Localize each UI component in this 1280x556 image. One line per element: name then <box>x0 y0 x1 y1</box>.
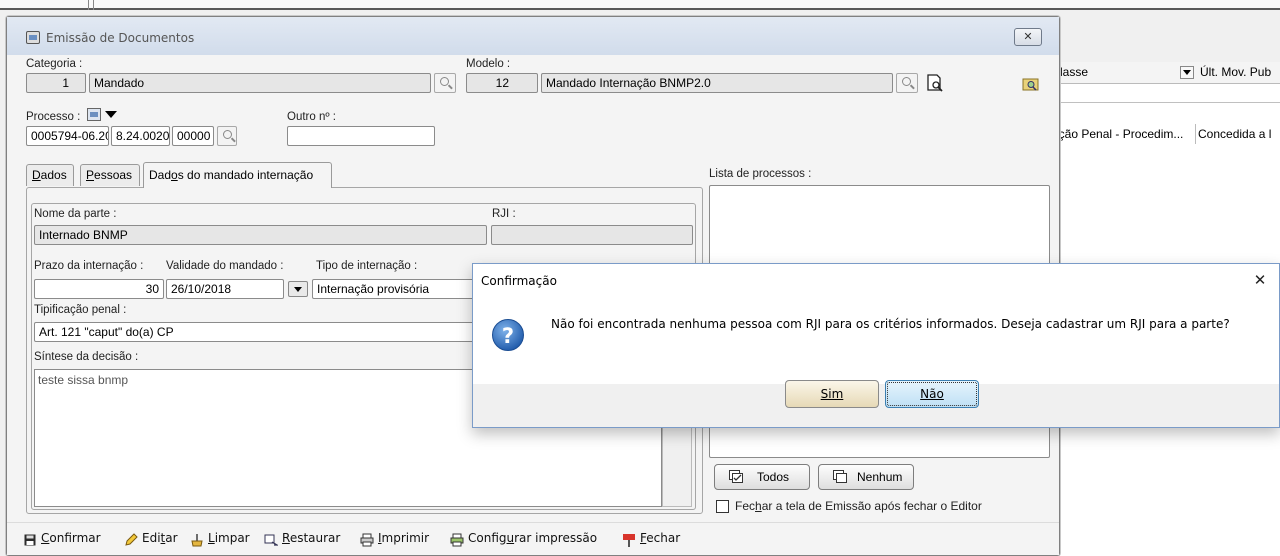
grid-cell-classe[interactable]: ição Penal - Procedim... <box>1056 127 1196 141</box>
processo-numero-field[interactable]: 0005794-06.2017 <box>26 126 109 146</box>
nenhum-button[interactable]: Nenhum <box>818 464 914 490</box>
tipificacao-penal-label: Tipificação penal : <box>34 304 127 316</box>
modelo-code-field[interactable]: 12 <box>466 73 538 93</box>
modelo-label: Modelo : <box>466 58 511 70</box>
rji-label: RJI : <box>492 208 516 220</box>
broom-icon <box>190 533 203 547</box>
grid-header-ult-mov[interactable]: Últ. Mov. Pub <box>1200 65 1271 79</box>
processo-origem-field[interactable]: 00000 <box>172 126 214 146</box>
imprimir-button[interactable]: Imprimir <box>360 531 429 547</box>
fechar-emissao-label[interactable]: Fechar a tela de Emissão após fechar o E… <box>735 499 982 513</box>
magnifier-icon <box>223 130 232 139</box>
question-icon: ? <box>491 318 525 352</box>
modelo-search-button[interactable] <box>896 73 918 93</box>
background-splitter[interactable] <box>88 0 94 10</box>
prazo-internacao-label: Prazo da internação : <box>34 260 144 272</box>
tab-dados-mandado-internacao[interactable]: Dados do mandado internação <box>143 162 332 188</box>
close-icon: ✕ <box>1023 30 1033 43</box>
tab-dados[interactable]: Dados <box>26 164 74 186</box>
processo-dropdown-icon[interactable] <box>104 108 118 121</box>
modelo-name-field[interactable]: Mandado Internação BNMP2.0 <box>541 73 893 93</box>
restaurar-button[interactable]: Restaurar <box>264 531 340 546</box>
close-icon: ✕ <box>1253 271 1267 289</box>
tipo-internacao-field[interactable]: Internação provisória <box>312 279 482 299</box>
tipificacao-penal-field[interactable]: Art. 121 "caput" do(a) CP <box>34 322 484 342</box>
dialog-yes-button[interactable]: Sim <box>785 380 879 408</box>
grid-cell-ult-mov[interactable]: Concedida a l <box>1198 127 1271 141</box>
window-title: Emissão de Documentos <box>46 31 195 45</box>
grid-header-classe[interactable]: lasse <box>1060 65 1088 79</box>
tipo-internacao-label: Tipo de internação : <box>316 260 418 272</box>
outro-numero-field[interactable] <box>287 126 435 146</box>
categoria-search-button[interactable] <box>434 73 456 93</box>
svg-text:?: ? <box>502 324 514 348</box>
floppy-icon <box>24 534 36 546</box>
fechar-button[interactable]: Fechar <box>622 531 680 547</box>
processo-label: Processo : <box>26 111 81 123</box>
processo-type-icon[interactable] <box>87 108 101 121</box>
grid-dropdown-icon[interactable] <box>1180 66 1194 79</box>
processo-segmento-field[interactable]: 8.24.0020 <box>111 126 170 146</box>
background-grid-header: lasse Últ. Mov. Pub <box>1050 62 1280 84</box>
confirm-dialog: Confirmação ✕ ? Não foi encontrada nenhu… <box>472 263 1280 428</box>
tab-pessoas[interactable]: Pessoas <box>80 164 140 186</box>
prazo-internacao-field[interactable]: 30 <box>34 279 164 299</box>
validade-mandado-field[interactable]: 26/10/2018 <box>166 279 284 299</box>
categoria-name-field[interactable]: Mandado <box>89 73 431 93</box>
magnifier-icon <box>902 77 911 86</box>
editar-button[interactable]: Editar <box>124 531 178 546</box>
validade-dropdown-button[interactable] <box>288 281 308 297</box>
window-app-icon <box>26 31 40 44</box>
select-all-icon <box>729 470 743 483</box>
processo-search-button[interactable] <box>217 126 237 146</box>
categoria-code-field[interactable]: 1 <box>26 73 86 93</box>
window-close-button[interactable]: ✕ <box>1014 28 1042 46</box>
configurar-impressao-button[interactable]: Configurar impressão <box>450 531 597 547</box>
categoria-label: Categoria : <box>26 58 83 70</box>
magnifier-icon <box>440 77 449 86</box>
lista-processos-label: Lista de processos : <box>709 168 812 180</box>
nome-parte-label: Nome da parte : <box>34 208 117 220</box>
dialog-body <box>473 298 1279 384</box>
validade-mandado-label: Validade do mandado : <box>166 260 284 272</box>
folder-search-icon[interactable] <box>1022 76 1040 92</box>
dialog-titlebar <box>473 264 1279 298</box>
limpar-button[interactable]: Limpar <box>190 531 250 547</box>
dialog-title: Confirmação <box>481 274 557 288</box>
dialog-message: Não foi encontrada nenhuma pessoa com RJ… <box>551 317 1230 331</box>
confirmar-button[interactable]: Confirmar <box>24 531 101 546</box>
rji-field[interactable] <box>491 225 693 245</box>
printer-icon <box>360 533 374 547</box>
dialog-close-button[interactable]: ✕ <box>1248 270 1272 290</box>
sintese-decisao-label: Síntese da decisão : <box>34 351 139 363</box>
outro-numero-label: Outro nº : <box>287 111 336 123</box>
restore-icon <box>264 533 280 546</box>
fechar-emissao-checkbox[interactable] <box>716 500 729 513</box>
background-top-bar <box>0 0 1280 10</box>
exit-icon <box>622 533 635 547</box>
todos-button[interactable]: Todos <box>714 464 810 490</box>
chevron-down-icon <box>294 287 302 292</box>
select-none-icon <box>833 470 847 483</box>
nome-parte-field[interactable]: Internado BNMP <box>34 225 487 245</box>
printer-config-icon <box>450 533 464 547</box>
pencil-icon <box>124 533 138 546</box>
preview-document-icon[interactable] <box>925 73 945 93</box>
dialog-no-button[interactable]: Não <box>885 380 979 408</box>
